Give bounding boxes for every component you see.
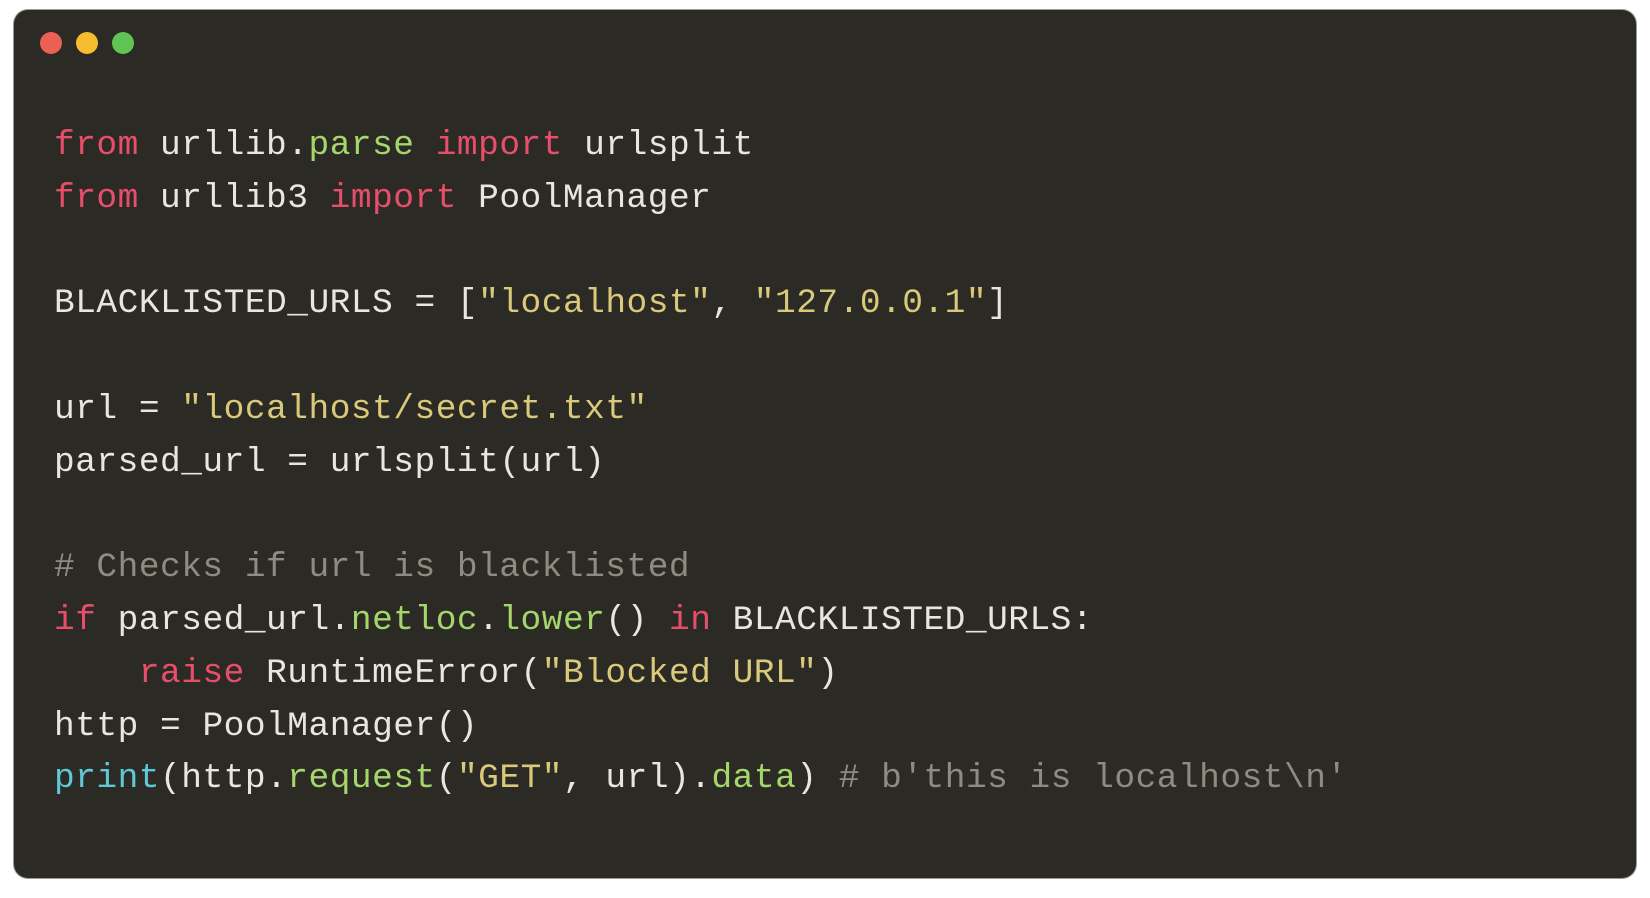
code-token: PoolManager	[478, 179, 711, 218]
code-token: RuntimeError	[266, 654, 520, 693]
code-token: urlsplit	[584, 126, 754, 165]
code-token: urllib3	[160, 179, 308, 218]
code-token: (	[160, 759, 181, 798]
close-icon[interactable]	[40, 32, 62, 54]
code-token: import	[308, 179, 478, 218]
code-token: urlsplit	[330, 443, 500, 482]
code-token: "localhost"	[478, 284, 711, 323]
code-token: http	[54, 707, 160, 746]
code-token: url	[605, 759, 669, 798]
code-token: "Blocked URL"	[542, 654, 818, 693]
code-token: from	[54, 179, 160, 218]
code-token: )	[817, 654, 838, 693]
code-block: from urllib.parse import urlsplit from u…	[54, 120, 1596, 806]
code-token: :	[1072, 601, 1093, 640]
code-token: (	[521, 654, 542, 693]
code-token: ,	[563, 759, 605, 798]
code-token: print	[54, 759, 160, 798]
code-token: (	[499, 443, 520, 482]
code-token: =	[160, 707, 181, 746]
code-token: .	[266, 759, 287, 798]
code-token	[308, 443, 329, 482]
code-token: ()	[436, 707, 478, 746]
code-token	[181, 707, 202, 746]
code-token: =	[414, 284, 435, 323]
code-token: url	[521, 443, 585, 482]
code-token: .	[478, 601, 499, 640]
code-token: if	[54, 601, 118, 640]
code-token: parse	[308, 126, 414, 165]
minimize-icon[interactable]	[76, 32, 98, 54]
code-token: (	[436, 759, 457, 798]
code-window: from urllib.parse import urlsplit from u…	[14, 10, 1636, 878]
code-token	[54, 654, 139, 693]
code-token: "localhost/secret.txt"	[181, 390, 647, 429]
code-token: BLACKLISTED_URLS	[54, 284, 414, 323]
code-token: lower	[499, 601, 605, 640]
code-token: BLACKLISTED_URLS	[733, 601, 1072, 640]
code-token: "127.0.0.1"	[754, 284, 987, 323]
code-token: ()	[605, 601, 669, 640]
code-token: in	[669, 601, 733, 640]
code-token: parsed_url	[118, 601, 330, 640]
code-token: # b'this is localhost\n'	[839, 759, 1348, 798]
code-token: parsed_url	[54, 443, 287, 482]
code-token: =	[139, 390, 160, 429]
code-token: =	[287, 443, 308, 482]
code-token: .	[330, 601, 351, 640]
code-token: data	[711, 759, 796, 798]
code-token: import	[415, 126, 585, 165]
code-token: # Checks if url is blacklisted	[54, 548, 690, 587]
code-token	[436, 284, 457, 323]
code-token: urllib	[160, 126, 287, 165]
code-token: .	[287, 126, 308, 165]
code-token: )	[584, 443, 605, 482]
window-traffic-lights	[40, 32, 134, 54]
code-token: )	[669, 759, 690, 798]
code-token: raise	[139, 654, 266, 693]
code-token: netloc	[351, 601, 478, 640]
code-token: "GET"	[457, 759, 563, 798]
code-token: [	[457, 284, 478, 323]
code-token: http	[181, 759, 266, 798]
code-token: from	[54, 126, 160, 165]
code-token: PoolManager	[202, 707, 435, 746]
code-token: .	[690, 759, 711, 798]
code-token: ,	[711, 284, 753, 323]
code-token: url	[54, 390, 139, 429]
code-token: ]	[987, 284, 1008, 323]
code-token: request	[287, 759, 435, 798]
zoom-icon[interactable]	[112, 32, 134, 54]
code-token: )	[796, 759, 838, 798]
code-token	[160, 390, 181, 429]
